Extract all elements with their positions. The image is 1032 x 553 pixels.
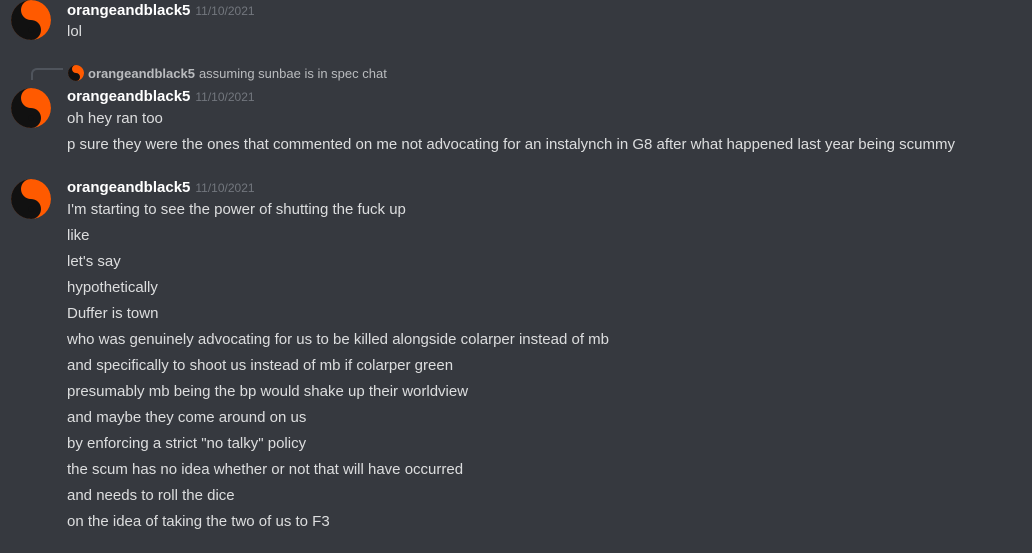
message-line: and maybe they come around on us [67,409,307,426]
message-line: p sure they were the ones that commented… [67,136,956,153]
message-line: the scum has no idea whether or not that… [67,461,464,478]
message-line: and specifically to shoot us instead of … [67,357,454,374]
message-line: oh hey ran too [67,110,163,127]
username[interactable]: orangeandblack5 [67,88,190,105]
yin-yang-icon [11,179,51,219]
yin-yang-icon [11,0,51,40]
message-header: orangeandblack5 11/10/2021 [67,87,255,107]
reply-preview[interactable]: orangeandblack5 assuming sunbae is in sp… [68,64,387,82]
yin-yang-icon [11,88,51,128]
reply-text: assuming sunbae is in spec chat [198,65,387,81]
message-line: who was genuinely advocating for us to b… [67,331,609,348]
message-line: hypothetically [67,279,158,296]
yin-yang-icon [68,65,84,81]
message-line: I'm starting to see the power of shuttin… [67,201,406,218]
message-line: lol [67,23,83,40]
message-line: Duffer is town [67,305,159,322]
message-line: by enforcing a strict "no talky" policy [67,435,307,452]
message-header: orangeandblack5 11/10/2021 [67,1,255,21]
username[interactable]: orangeandblack5 [67,179,190,196]
reply-username[interactable]: orangeandblack5 [88,66,195,81]
message-line: on the idea of taking the two of us to F… [67,513,330,530]
timestamp: 11/10/2021 [195,4,255,18]
message-line: let's say [67,253,121,270]
reply-avatar [68,65,84,81]
avatar[interactable] [11,0,51,40]
timestamp: 11/10/2021 [195,90,255,104]
timestamp: 11/10/2021 [195,181,255,195]
message-line: presumably mb being the bp would shake u… [67,383,469,400]
reply-connector [31,68,63,80]
message-line: like [67,227,90,244]
username[interactable]: orangeandblack5 [67,2,190,19]
avatar[interactable] [11,88,51,128]
message-header: orangeandblack5 11/10/2021 [67,178,255,198]
avatar[interactable] [11,179,51,219]
message-line: and needs to roll the dice [67,487,235,504]
